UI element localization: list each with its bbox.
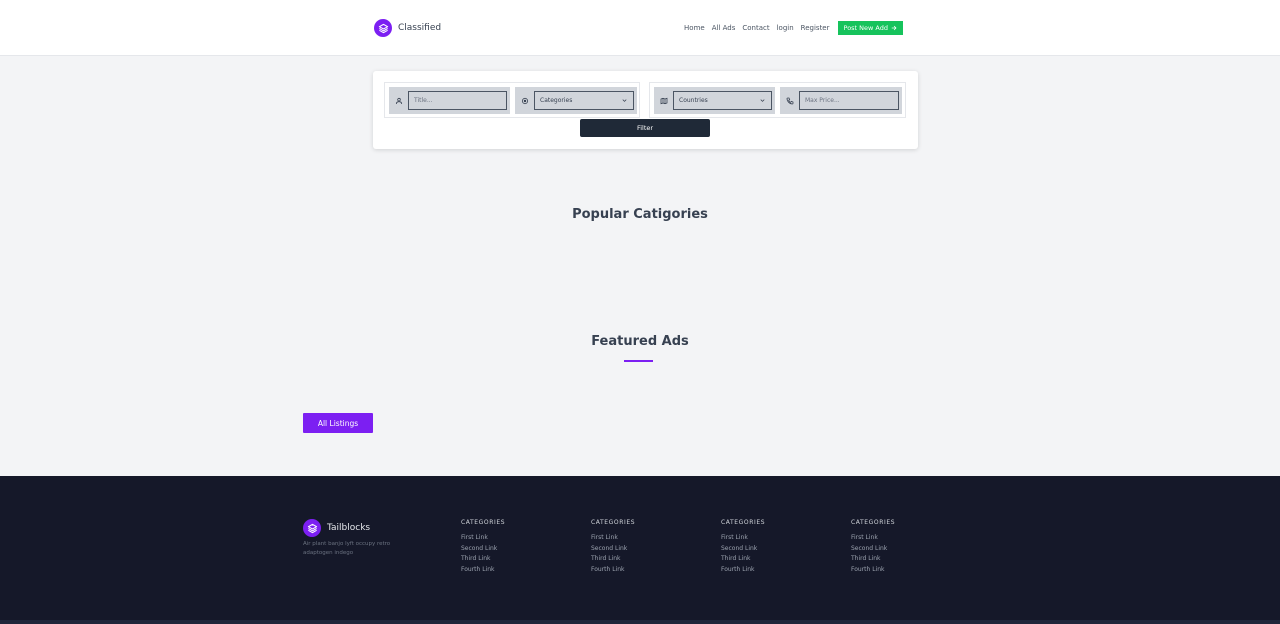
country-field: Countries bbox=[654, 87, 775, 114]
map-icon bbox=[658, 95, 670, 107]
nav-login-link[interactable]: login bbox=[777, 24, 794, 32]
footer-column-1: CATEGORIES First Link Second Link Third … bbox=[461, 519, 505, 575]
footer-column-3: CATEGORIES First Link Second Link Third … bbox=[721, 519, 765, 575]
category-field: Categories bbox=[515, 87, 637, 114]
featured-underline-divider bbox=[624, 360, 653, 362]
footer-column-heading: CATEGORIES bbox=[591, 519, 636, 526]
chevron-down-icon bbox=[622, 99, 627, 102]
nav-contact-link[interactable]: Contact bbox=[742, 24, 769, 32]
site-footer: Tailblocks Air plant banjo lyft occupy r… bbox=[0, 476, 1280, 624]
country-select-value: Countries bbox=[679, 97, 708, 104]
footer-link[interactable]: Second Link bbox=[851, 544, 895, 555]
footer-link[interactable]: First Link bbox=[851, 533, 895, 544]
footer-link[interactable]: Third Link bbox=[591, 554, 635, 565]
featured-ads-heading: Featured Ads bbox=[591, 334, 689, 349]
arrow-right-icon bbox=[891, 25, 897, 31]
main-nav: Home All Ads Contact login Register Post… bbox=[677, 21, 903, 35]
footer-tagline: Air plant banjo lyft occupy retro adapto… bbox=[303, 541, 391, 556]
category-select[interactable]: Categories bbox=[534, 91, 634, 110]
footer-link[interactable]: Fourth Link bbox=[851, 565, 895, 576]
filter-button[interactable]: Filter bbox=[580, 119, 710, 137]
all-listings-button[interactable]: All Listings bbox=[303, 413, 373, 433]
footer-link[interactable]: Second Link bbox=[721, 544, 765, 555]
filter-group-left: Categories bbox=[384, 82, 640, 118]
popular-categories-heading: Popular Catigories bbox=[572, 207, 708, 222]
footer-column-4: CATEGORIES First Link Second Link Third … bbox=[851, 519, 895, 575]
nav-register-link[interactable]: Register bbox=[801, 24, 830, 32]
phone-icon bbox=[784, 95, 796, 107]
footer-brand-name: Tailblocks bbox=[327, 523, 371, 533]
brand-logo-link[interactable]: Classified bbox=[374, 19, 441, 37]
target-icon bbox=[519, 95, 531, 107]
nav-all-ads-link[interactable]: All Ads bbox=[712, 24, 736, 32]
footer-link[interactable]: Second Link bbox=[461, 544, 505, 555]
footer-link[interactable]: Third Link bbox=[721, 554, 765, 565]
nav-home-link[interactable]: Home bbox=[684, 24, 705, 32]
footer-link[interactable]: Fourth Link bbox=[591, 565, 635, 576]
footer-column-heading: CATEGORIES bbox=[721, 519, 766, 526]
brand-name: Classified bbox=[398, 23, 442, 33]
footer-link[interactable]: Fourth Link bbox=[721, 565, 765, 576]
user-icon bbox=[393, 95, 405, 107]
country-select[interactable]: Countries bbox=[673, 91, 772, 110]
footer-link[interactable]: Third Link bbox=[461, 554, 505, 565]
footer-brand-link[interactable]: Tailblocks bbox=[303, 519, 370, 537]
footer-link[interactable]: First Link bbox=[721, 533, 765, 544]
post-new-add-label: Post New Add bbox=[843, 24, 889, 32]
site-header: Classified Home All Ads Contact login Re… bbox=[0, 0, 1280, 56]
footer-link[interactable]: First Link bbox=[461, 533, 505, 544]
stack-layers-icon bbox=[374, 19, 392, 37]
footer-link[interactable]: Third Link bbox=[851, 554, 895, 565]
footer-link[interactable]: First Link bbox=[591, 533, 635, 544]
category-select-value: Categories bbox=[540, 97, 573, 104]
footer-link[interactable]: Second Link bbox=[591, 544, 635, 555]
footer-column-heading: CATEGORIES bbox=[851, 519, 896, 526]
footer-column-2: CATEGORIES First Link Second Link Third … bbox=[591, 519, 635, 575]
title-field bbox=[389, 87, 510, 114]
max-price-input[interactable] bbox=[799, 91, 899, 110]
filter-group-right: Countries bbox=[649, 82, 906, 118]
title-input[interactable] bbox=[408, 91, 507, 110]
price-field bbox=[780, 87, 902, 114]
stack-layers-icon bbox=[303, 519, 321, 537]
footer-link[interactable]: Fourth Link bbox=[461, 565, 505, 576]
chevron-down-icon bbox=[760, 99, 765, 102]
post-new-add-button[interactable]: Post New Add bbox=[837, 21, 903, 35]
footer-column-heading: CATEGORIES bbox=[461, 519, 506, 526]
footer-bottom-bar bbox=[0, 620, 1280, 624]
filter-card: Categories Countries F bbox=[373, 71, 918, 149]
